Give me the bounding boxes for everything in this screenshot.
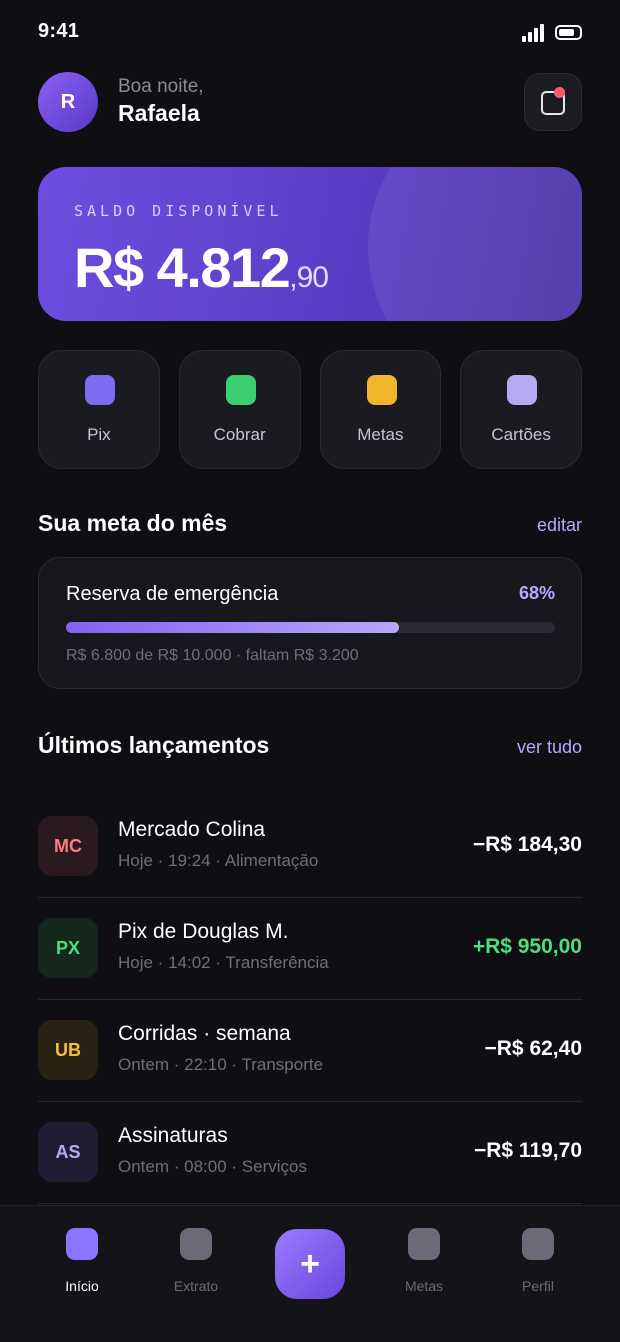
transaction-amount: −R$ 184,30 — [472, 833, 582, 856]
goals-icon — [408, 1228, 440, 1260]
profile-icon — [522, 1228, 554, 1260]
transaction-name: Assinaturas — [118, 1124, 228, 1147]
goal-card[interactable]: Reserva de emergência 68% R$ 6.800 de R$… — [38, 557, 582, 689]
quick-actions: Pix Cobrar Metas Cartões — [38, 350, 582, 469]
pix-icon — [85, 375, 115, 405]
notification-badge — [554, 87, 565, 98]
transaction-name: Pix de Douglas M. — [118, 920, 289, 943]
balance-cents: ,90 — [289, 261, 329, 294]
transaction-row[interactable]: PX Pix de Douglas M. Hoje · 14:02 · Tran… — [38, 898, 582, 1000]
merchant-icon: AS — [38, 1122, 98, 1182]
merchant-icon: PX — [38, 918, 98, 978]
transaction-row[interactable]: AS Assinaturas Ontem · 08:00 · Serviços … — [38, 1102, 582, 1204]
balance-label: SALDO DISPONÍVEL — [74, 202, 283, 220]
balance-card[interactable]: SALDO DISPONÍVEL R$ 4.812,90 — [38, 167, 582, 321]
status-bar: 9:41 — [0, 0, 620, 64]
transactions-section-title: Últimos lançamentos — [38, 732, 270, 758]
action-metas[interactable]: Metas — [319, 350, 442, 469]
edit-goal-link[interactable]: editar — [537, 515, 582, 536]
transaction-amount: +R$ 950,00 — [472, 935, 582, 958]
cartoes-icon — [507, 375, 538, 405]
tab-label: Metas — [404, 1278, 444, 1294]
transaction-row[interactable]: UB Corridas · semana Ontem · 22:10 · Tra… — [38, 1000, 582, 1102]
battery-icon — [555, 25, 582, 40]
cobrar-icon — [225, 375, 256, 405]
goal-percent: 68% — [518, 583, 555, 603]
signal-icon — [522, 24, 546, 42]
tab-perfil[interactable]: Perfil — [493, 1226, 583, 1306]
greeting-text: Boa noite, — [118, 76, 204, 97]
transaction-amount: −R$ 119,70 — [473, 1139, 582, 1162]
action-label: Cartões — [491, 425, 551, 444]
goal-progress-track — [66, 622, 555, 633]
tab-metas[interactable]: Metas — [379, 1226, 469, 1306]
decorative-circle — [368, 167, 582, 321]
merchant-icon: UB — [38, 1020, 98, 1080]
transaction-name: Corridas · semana — [118, 1022, 291, 1045]
balance-integer: R$ 4.812 — [74, 236, 291, 299]
transaction-meta: Ontem · 08:00 · Serviços — [118, 1157, 307, 1176]
avatar[interactable]: R — [38, 72, 98, 132]
goal-section-title: Sua meta do mês — [38, 510, 228, 536]
tab-label: Perfil — [522, 1278, 554, 1294]
transaction-row[interactable]: MC Mercado Colina Hoje · 19:24 · Aliment… — [38, 796, 582, 898]
goal-progress-fill — [66, 622, 399, 633]
see-all-link[interactable]: ver tudo — [517, 737, 582, 758]
tab-extrato[interactable]: Extrato — [151, 1226, 241, 1306]
header: R Boa noite, Rafaela — [38, 72, 582, 132]
user-name: Rafaela — [118, 100, 200, 126]
action-cartoes[interactable]: Cartões — [460, 350, 582, 469]
transaction-amount: −R$ 62,40 — [484, 1037, 583, 1060]
balance-amount: R$ 4.812,90 — [74, 235, 329, 300]
action-label: Cobrar — [213, 425, 266, 444]
bottom-tab-bar: Início Extrato + Metas Perfil — [0, 1205, 620, 1342]
merchant-icon: MC — [38, 816, 98, 876]
goal-name: Reserva de emergência — [66, 583, 279, 605]
transaction-meta: Ontem · 22:10 · Transporte — [118, 1055, 324, 1074]
tab-inicio[interactable]: Início — [37, 1226, 127, 1306]
add-button[interactable]: + — [275, 1229, 345, 1299]
goal-detail: R$ 6.800 de R$ 10.000 · faltam R$ 3.200 — [66, 647, 359, 664]
transaction-meta: Hoje · 19:24 · Alimentação — [118, 851, 319, 870]
action-pix[interactable]: Pix — [38, 350, 160, 469]
tab-label: Início — [65, 1278, 99, 1294]
transaction-meta: Hoje · 14:02 · Transferência — [118, 953, 329, 972]
action-label: Pix — [87, 425, 111, 444]
statement-icon — [180, 1228, 212, 1260]
transaction-list: MC Mercado Colina Hoje · 19:24 · Aliment… — [38, 796, 582, 1204]
notifications-button[interactable] — [524, 73, 582, 131]
tab-label: Extrato — [173, 1278, 219, 1294]
home-icon — [66, 1228, 98, 1260]
action-label: Metas — [357, 425, 404, 444]
status-time: 9:41 — [38, 20, 80, 42]
metas-icon — [366, 375, 397, 405]
transaction-name: Mercado Colina — [118, 818, 266, 841]
action-cobrar[interactable]: Cobrar — [178, 350, 301, 469]
